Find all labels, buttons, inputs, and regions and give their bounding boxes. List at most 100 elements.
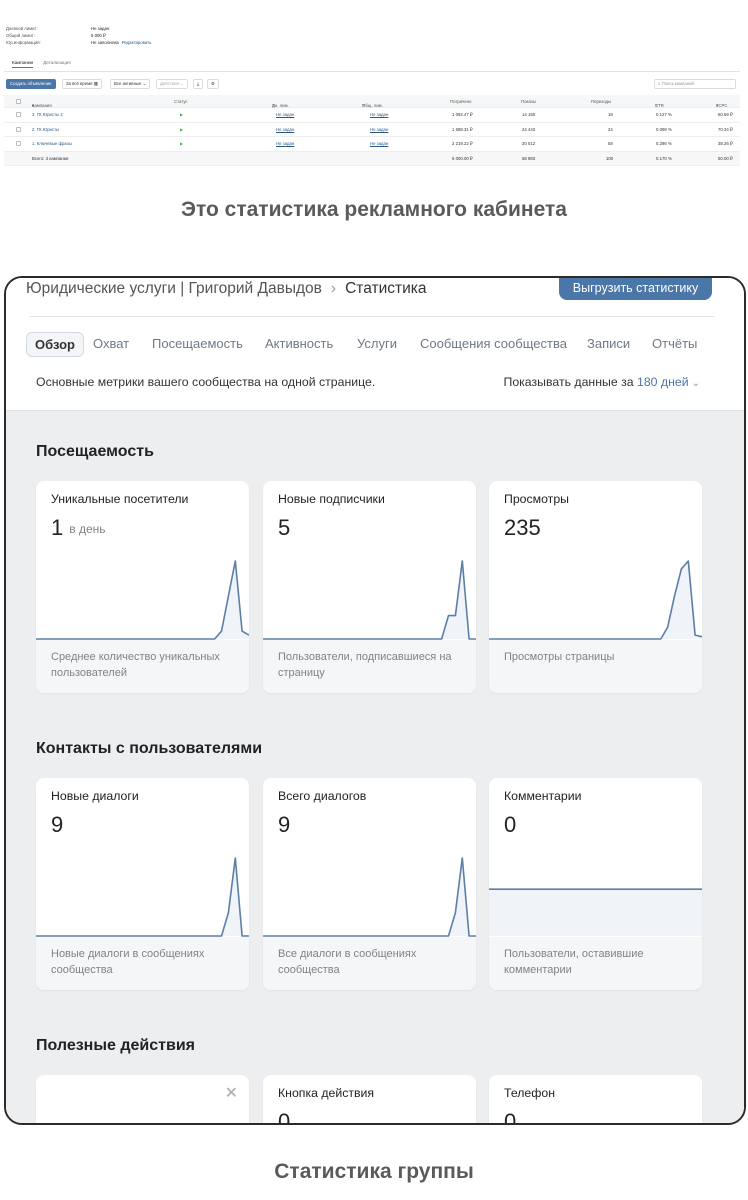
metric-card-total-dialogs[interactable]: Всего диалогов 9 Все диалоги в сообщения… <box>263 778 476 990</box>
row-checkbox[interactable] <box>16 141 21 146</box>
card-footer: Все диалоги в сообщениях сообщества <box>263 937 476 990</box>
column-header[interactable]: Показы <box>521 99 536 104</box>
metric-card-unique-visitors[interactable]: Уникальные посетители 1 в день Среднее ко… <box>36 481 249 693</box>
search-input[interactable]: ⌕ Поиск кампаний <box>654 79 736 89</box>
tab-campaigns[interactable]: Кампании <box>12 60 34 68</box>
sparkline-chart <box>489 560 702 640</box>
card-title: Телефон <box>504 1086 556 1100</box>
table-header: ▾ Кампания Статус Дн. лим. ? Общ. лим. ?… <box>4 95 740 108</box>
campaign-name[interactable]: 1. Ключевые фразы <box>32 141 72 146</box>
tab-details[interactable]: Детализация <box>43 60 71 68</box>
caption-bottom: Статистика группы <box>274 1160 474 1183</box>
section-title-contacts: Контакты с пользователями <box>36 740 263 757</box>
tab-reports[interactable]: Отчёты <box>652 332 697 357</box>
ctr: 0.098 % <box>656 126 672 132</box>
card-title: Новые диалоги <box>51 789 139 803</box>
group-stats-screenshot: Юридические услуги | Григорий Давыдов › Ст… <box>4 276 746 1125</box>
tab-visits[interactable]: Посещаемость <box>152 332 243 357</box>
tab-community-messages[interactable]: Сообщения сообщества <box>420 332 567 357</box>
download-icon[interactable]: ⤓ <box>193 79 203 89</box>
chevron-down-icon: ⌄ <box>180 81 184 86</box>
row-checkbox[interactable] <box>16 112 21 117</box>
ecpc: 70.34 ₽ <box>718 126 733 132</box>
play-icon[interactable]: ▶ <box>180 127 183 132</box>
total-clicks: 100 <box>606 155 614 161</box>
column-header[interactable]: Статус <box>174 99 188 104</box>
ctr: 0.286 % <box>656 141 672 146</box>
tab-reach[interactable]: Охват <box>93 332 129 357</box>
total-limit[interactable]: Не задан <box>370 127 388 132</box>
create-ad-button[interactable]: Создать объявление <box>6 79 56 89</box>
card-value: 235 <box>504 515 541 540</box>
metric-card-comments[interactable]: Комментарии 0 Пользователи, оставившие к… <box>489 778 702 990</box>
ecpc: 38.26 ₽ <box>718 141 733 146</box>
play-icon[interactable]: ▶ <box>180 141 183 146</box>
filter-select[interactable]: Все активные ⌄ <box>110 79 151 89</box>
card-value: 1 в день <box>51 515 106 541</box>
breadcrumb-group[interactable]: Юридические услуги | Григорий Давыдов <box>26 280 322 297</box>
row-checkbox[interactable] <box>16 126 21 132</box>
table-total-row: Всего: 3 кампании 5 000.00 ₽ 58 883 100 … <box>4 151 740 166</box>
calendar-icon: ▦ <box>93 81 98 86</box>
metric-card-page-views[interactable]: Просмотры 235 Просмотры страницы <box>489 481 702 693</box>
metric-card-phone[interactable]: Телефон 0 <box>489 1075 702 1123</box>
play-icon[interactable]: ▶ <box>180 112 183 117</box>
campaign-name[interactable]: 3. ГК Юристы 2 <box>32 112 63 117</box>
metric-card-new-dialogs[interactable]: Новые диалоги 9 Новые диалоги в сообщени… <box>36 778 249 990</box>
spent: 1 688.31 ₽ <box>452 126 473 132</box>
period-select[interactable]: За всё время ▦ <box>62 79 102 89</box>
period-select-label: За всё время <box>66 81 93 86</box>
sparkline-area <box>36 561 249 639</box>
gear-icon[interactable]: ⚙ <box>207 79 219 89</box>
table-row[interactable]: 1. Ключевые фразы ▶ Не задан Не задан 2 … <box>4 137 740 152</box>
sparkline-chart <box>263 560 476 640</box>
day-limit[interactable]: Не задан <box>276 127 294 132</box>
tab-overview[interactable]: Обзор <box>26 332 84 357</box>
tab-posts[interactable]: Записи <box>587 332 630 357</box>
total-limit[interactable]: Не задан <box>370 112 388 117</box>
day-limit[interactable]: Не задан <box>276 141 294 146</box>
metric-card-dismissible[interactable]: ✕ <box>36 1075 249 1123</box>
select-all-checkbox[interactable] <box>16 99 21 104</box>
total-spent: 5 000.00 ₽ <box>452 155 473 161</box>
campaign-name[interactable]: 2. ГК Юристы <box>32 127 59 132</box>
day-limit[interactable]: Не задан <box>276 112 294 117</box>
meta-total-limit: Общий лимит: 5 000 ₽ <box>6 33 106 39</box>
meta-key: Юр.информация: <box>6 40 41 45</box>
meta-key: Дневной лимит: <box>6 26 38 31</box>
clicks: 58 <box>608 141 613 146</box>
meta-value: Не задан <box>91 26 110 31</box>
column-header[interactable]: Потрачено <box>450 99 471 104</box>
close-icon[interactable]: ✕ <box>225 1083 238 1103</box>
total-limit[interactable]: Не задан <box>370 141 388 146</box>
card-title: Всего диалогов <box>278 789 367 803</box>
total-shows: 58 883 <box>522 155 536 161</box>
caption-top: Это статистика рекламного кабинета <box>181 198 567 221</box>
sparkline-area <box>36 858 249 936</box>
page-description: Основные метрики вашего сообщества на од… <box>36 375 376 389</box>
period-value[interactable]: 180 дней <box>637 375 689 389</box>
period-selector[interactable]: Показывать данные за 180 дней ⌄ <box>503 375 700 389</box>
breadcrumb: Юридические услуги | Григорий Давыдов › Ст… <box>26 280 426 298</box>
metric-card-action-button[interactable]: Кнопка действия 0 <box>263 1075 476 1123</box>
card-title: Комментарии <box>504 789 582 803</box>
chevron-down-icon: ⌄ <box>691 378 700 389</box>
meta-key: Общий лимит: <box>6 33 35 38</box>
sparkline-area <box>489 889 702 936</box>
edit-legal-link[interactable]: Редактировать <box>122 40 152 46</box>
total-label: Всего: 3 кампании <box>32 155 69 161</box>
table-row[interactable]: 2. ГК Юристы ▶ Не задан Не задан 1 688.3… <box>4 123 740 137</box>
tab-activity[interactable]: Активность <box>265 332 333 357</box>
metric-card-new-subscribers[interactable]: Новые подписчики 5 Пользователи, подписа… <box>263 481 476 693</box>
column-header[interactable]: Переходы <box>591 99 611 104</box>
stats-body: Посещаемость Уникальные посетители 1 в де… <box>6 410 744 1123</box>
tab-services[interactable]: Услуги <box>357 332 397 357</box>
search-placeholder: Поиск кампаний <box>661 81 694 86</box>
actions-select[interactable]: Действия ⌄ <box>156 79 188 89</box>
clicks: 18 <box>608 112 613 117</box>
export-stats-button[interactable]: Выгрузить статистику <box>559 278 712 300</box>
search-icon: ⌕ <box>658 81 661 86</box>
table-row[interactable]: 3. ГК Юристы 2 ▶ Не задан Не задан 1 092… <box>4 108 740 123</box>
card-title: Новые подписчики <box>278 492 385 506</box>
ctr: 0.127 % <box>656 112 672 117</box>
